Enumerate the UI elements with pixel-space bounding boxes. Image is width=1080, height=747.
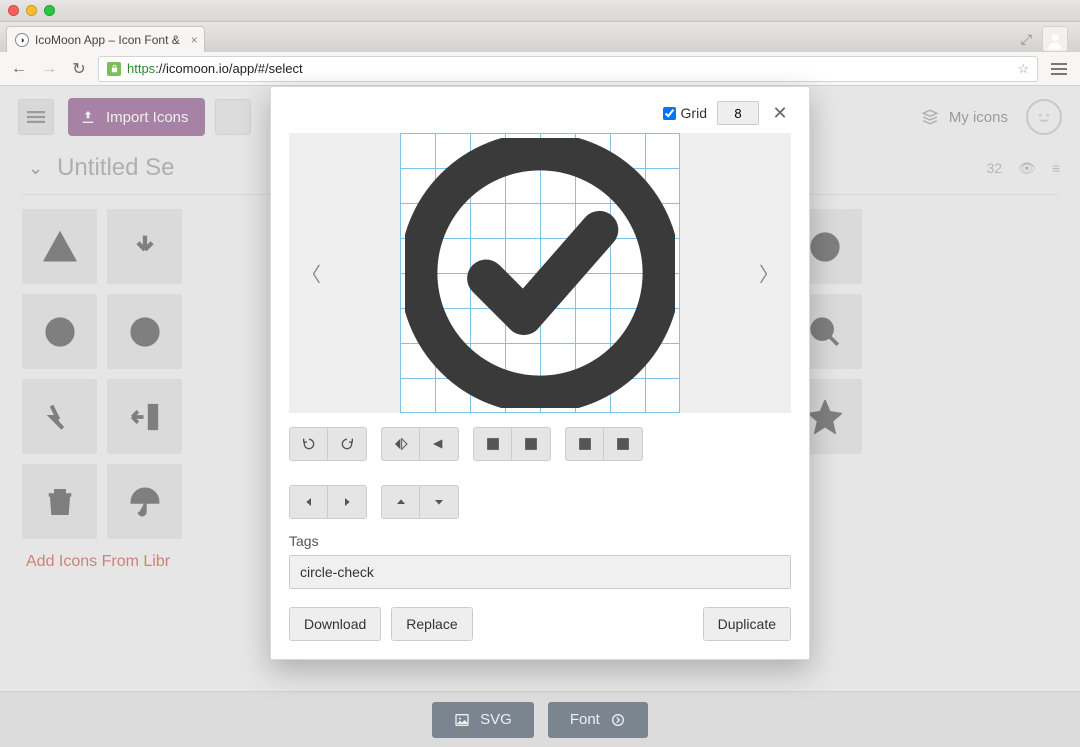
replace-button[interactable]: Replace [391,607,472,641]
next-icon-button[interactable]: 〉 [753,253,785,294]
align-left-button[interactable] [566,428,604,460]
browser-tab[interactable]: ◑ IcoMoon App – Icon Font & × [6,26,205,52]
mac-window-chrome [0,0,1080,22]
app-viewport: Import Icons My icons ⌄ Untitled Se 32 👁… [0,86,1080,747]
profile-avatar-icon[interactable] [1042,26,1068,52]
forward-button[interactable]: → [38,58,60,80]
align-right-button[interactable] [604,428,642,460]
edit-toolbar [289,427,791,519]
move-left-button[interactable] [290,486,328,518]
modal-close-button[interactable]: ✕ [769,102,791,124]
preview-canvas [400,133,680,413]
favicon-icon: ◑ [15,33,29,47]
url-rest: ://icomoon.io/app/#/select [155,61,302,76]
mac-close-dot[interactable] [8,5,19,16]
url-https: https [127,61,155,76]
circle-check-icon [400,133,680,413]
move-right-button[interactable] [328,486,366,518]
download-button[interactable]: Download [289,607,381,641]
icon-edit-modal: Grid ✕ 〈 〉 [270,86,810,660]
move-up-button[interactable] [382,486,420,518]
prev-icon-button[interactable]: 〈 [295,253,327,294]
lock-icon [107,62,121,76]
rotate-ccw-button[interactable] [290,428,328,460]
grid-checkbox[interactable] [663,107,676,120]
mac-zoom-dot[interactable] [44,5,55,16]
tab-close-icon[interactable]: × [191,33,198,47]
grid-label-text: Grid [681,105,707,121]
grid-checkbox-label[interactable]: Grid [663,105,707,121]
address-bar[interactable]: https://icomoon.io/app/#/select ☆ [98,56,1038,82]
grid-size-input[interactable] [717,101,759,125]
flip-vertical-button[interactable] [420,428,458,460]
mac-minimize-dot[interactable] [26,5,37,16]
fullscreen-icon[interactable]: ⤢ [1021,31,1032,48]
bookmark-star-icon[interactable]: ☆ [1017,61,1029,77]
scale-down-button[interactable] [474,428,512,460]
browser-toolbar: ← → ↻ https://icomoon.io/app/#/select ☆ [0,52,1080,86]
preview-area: 〈 〉 [289,133,791,413]
chrome-menu-button[interactable] [1046,56,1072,82]
tags-label: Tags [289,533,791,549]
move-down-button[interactable] [420,486,458,518]
browser-tab-strip: ◑ IcoMoon App – Icon Font & × ⤢ [0,22,1080,52]
tags-input[interactable] [289,555,791,589]
back-button[interactable]: ← [8,58,30,80]
duplicate-button[interactable]: Duplicate [703,607,791,641]
scale-up-button[interactable] [512,428,550,460]
reload-button[interactable]: ↻ [68,58,90,80]
rotate-cw-button[interactable] [328,428,366,460]
tab-title: IcoMoon App – Icon Font & [35,33,180,47]
flip-horizontal-button[interactable] [382,428,420,460]
